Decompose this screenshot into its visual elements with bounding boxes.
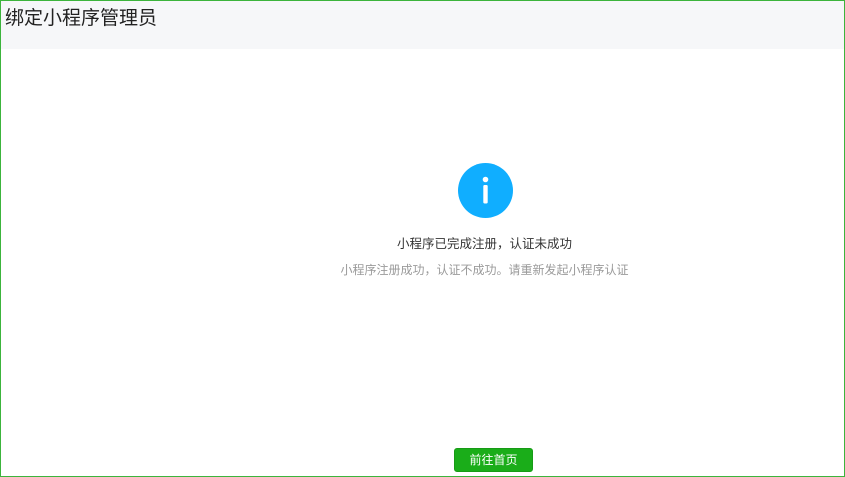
page-frame: 绑定小程序管理员 小程序已完成注册，认证未成功 小程序注册成功，认证不成功。请重…: [0, 0, 845, 477]
page-header: 绑定小程序管理员: [1, 1, 844, 49]
info-icon: [458, 163, 513, 218]
status-title: 小程序已完成注册，认证未成功: [396, 236, 572, 251]
status-description: 小程序注册成功，认证不成功。请重新发起小程序认证: [340, 263, 629, 277]
page-title: 绑定小程序管理员: [5, 7, 158, 29]
go-home-button[interactable]: 前往首页: [454, 448, 533, 472]
